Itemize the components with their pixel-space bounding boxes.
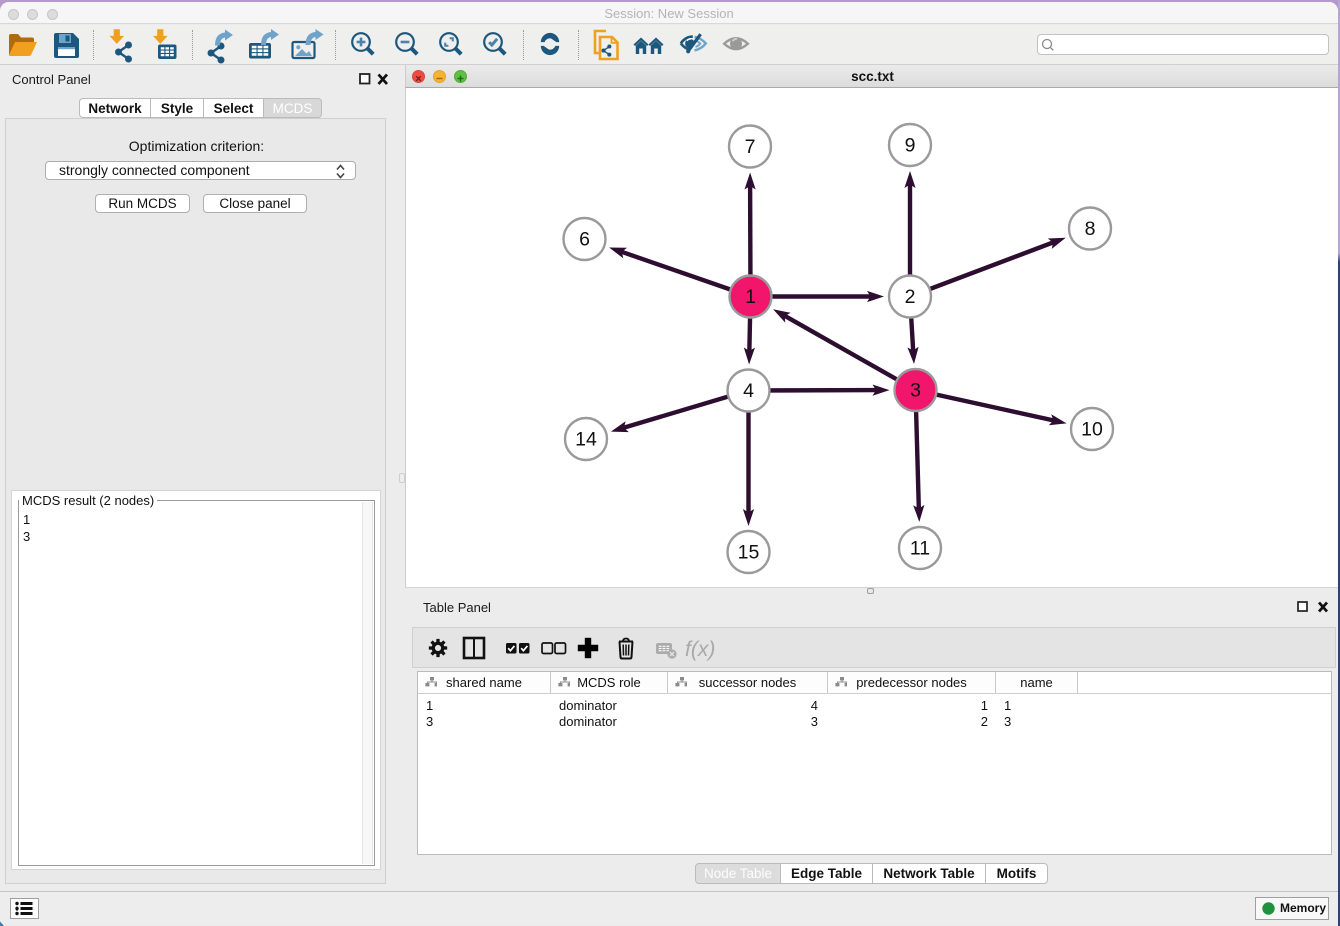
svg-text:f(x): f(x) (685, 638, 715, 661)
svg-text:10: 10 (1081, 419, 1103, 441)
svg-text:11: 11 (910, 538, 930, 560)
svg-text:6: 6 (579, 229, 590, 251)
svg-text:3: 3 (910, 380, 921, 402)
svg-text:15: 15 (738, 542, 760, 564)
svg-text:14: 14 (575, 429, 597, 451)
svg-text:9: 9 (905, 135, 916, 157)
svg-text:8: 8 (1085, 218, 1096, 240)
svg-text:4: 4 (743, 380, 754, 402)
svg-text:7: 7 (745, 136, 756, 158)
svg-text:1: 1 (745, 286, 756, 308)
svg-text:2: 2 (905, 286, 916, 308)
